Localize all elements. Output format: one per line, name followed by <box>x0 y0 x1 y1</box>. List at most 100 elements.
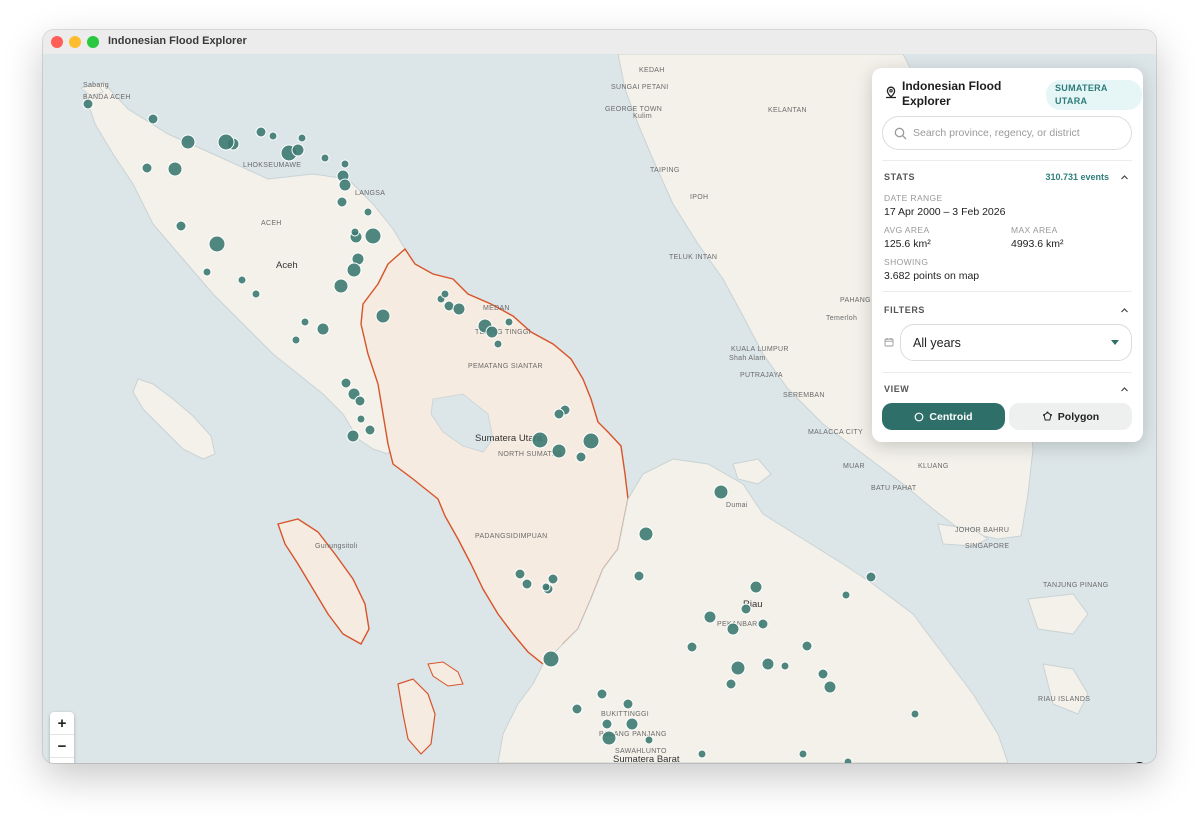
flood-point[interactable] <box>625 717 639 731</box>
flood-point[interactable] <box>485 325 499 339</box>
flood-point[interactable] <box>575 451 587 463</box>
flood-point[interactable] <box>333 278 349 294</box>
flood-point[interactable] <box>582 432 600 450</box>
flood-point[interactable] <box>521 578 533 590</box>
flood-point[interactable] <box>798 749 808 759</box>
flood-point[interactable] <box>801 640 813 652</box>
flood-point[interactable] <box>865 571 877 583</box>
flood-point[interactable] <box>320 153 330 163</box>
flood-point[interactable] <box>493 339 503 349</box>
flood-point[interactable] <box>180 134 196 150</box>
flood-point[interactable] <box>601 718 613 730</box>
flood-point[interactable] <box>514 568 526 580</box>
flood-point[interactable] <box>823 680 837 694</box>
flood-point[interactable] <box>547 573 559 585</box>
flood-point[interactable] <box>363 207 373 217</box>
flood-point[interactable] <box>340 159 350 169</box>
flood-point[interactable] <box>601 730 617 746</box>
flood-point[interactable] <box>633 570 645 582</box>
flood-point[interactable] <box>202 267 212 277</box>
flood-point[interactable] <box>340 377 352 389</box>
flood-point[interactable] <box>217 133 235 151</box>
zoom-in-button[interactable]: + <box>50 712 74 735</box>
map-pin-icon <box>886 86 896 99</box>
flood-point[interactable] <box>237 275 247 285</box>
fullscreen-window-button[interactable] <box>87 36 99 48</box>
region-badge[interactable]: SUMATERA UTARA <box>1046 80 1142 110</box>
flood-point[interactable] <box>364 227 382 245</box>
flood-point[interactable] <box>297 133 307 143</box>
flood-point[interactable] <box>910 709 920 719</box>
flood-point[interactable] <box>703 610 717 624</box>
view-section-label[interactable]: VIEW <box>884 384 909 394</box>
flood-point[interactable] <box>571 703 583 715</box>
flood-point[interactable] <box>336 196 348 208</box>
flood-point[interactable] <box>356 414 366 424</box>
flood-point[interactable] <box>440 289 450 299</box>
flood-point[interactable] <box>542 650 560 668</box>
flood-point[interactable] <box>596 688 608 700</box>
search-input[interactable] <box>913 124 1123 142</box>
compass-reset-button[interactable]: ▲ <box>50 758 74 763</box>
flood-point[interactable] <box>817 668 829 680</box>
flood-point[interactable] <box>638 526 654 542</box>
flood-point[interactable] <box>255 126 267 138</box>
flood-point[interactable] <box>749 580 763 594</box>
stats-section-label[interactable]: STATS <box>884 172 915 182</box>
flood-point[interactable] <box>82 98 94 110</box>
flood-point[interactable] <box>167 161 183 177</box>
flood-point[interactable] <box>726 622 740 636</box>
flood-point[interactable] <box>175 220 187 232</box>
flood-point[interactable] <box>364 424 376 436</box>
polygon-label: Polygon <box>1057 410 1100 423</box>
flood-point[interactable] <box>354 395 366 407</box>
label-lhokseumawe: LHOKSEUMAWE <box>243 162 301 169</box>
flood-point[interactable] <box>316 322 330 336</box>
flood-point[interactable] <box>147 113 159 125</box>
flood-point[interactable] <box>251 289 261 299</box>
flood-point[interactable] <box>452 302 466 316</box>
minimize-window-button[interactable] <box>69 36 81 48</box>
flood-point[interactable] <box>375 308 391 324</box>
flood-point[interactable] <box>300 317 310 327</box>
flood-point[interactable] <box>346 429 360 443</box>
filters-section-label[interactable]: FILTERS <box>884 305 925 315</box>
flood-point[interactable] <box>208 235 226 253</box>
flood-point[interactable] <box>268 131 278 141</box>
flood-point[interactable] <box>644 735 654 745</box>
divider <box>882 372 1132 373</box>
chevron-up-icon[interactable] <box>1120 385 1129 394</box>
flood-point[interactable] <box>761 657 775 671</box>
flood-point[interactable] <box>622 698 634 710</box>
search-box[interactable] <box>882 116 1132 150</box>
flood-point[interactable] <box>531 431 549 449</box>
flood-point[interactable] <box>553 408 565 420</box>
flood-point[interactable] <box>346 262 362 278</box>
flood-point[interactable] <box>350 227 360 237</box>
zoom-out-button[interactable]: − <box>50 735 74 758</box>
flood-point[interactable] <box>841 590 851 600</box>
flood-point[interactable] <box>697 749 707 759</box>
flood-point[interactable] <box>686 641 698 653</box>
flood-point[interactable] <box>338 178 352 192</box>
year-filter-select[interactable]: All years <box>900 324 1132 361</box>
close-window-button[interactable] <box>51 36 63 48</box>
flood-point[interactable] <box>713 484 729 500</box>
flood-point[interactable] <box>551 443 567 459</box>
flood-point[interactable] <box>291 335 301 345</box>
flood-point[interactable] <box>141 162 153 174</box>
flood-point[interactable] <box>780 661 790 671</box>
flood-point[interactable] <box>541 582 551 592</box>
flood-point[interactable] <box>843 757 853 763</box>
flood-point[interactable] <box>757 618 769 630</box>
flood-point[interactable] <box>443 300 455 312</box>
chevron-up-icon[interactable] <box>1120 173 1129 182</box>
flood-point[interactable] <box>504 317 514 327</box>
flood-point[interactable] <box>725 678 737 690</box>
centroid-view-button[interactable]: Centroid <box>882 403 1005 430</box>
polygon-view-button[interactable]: Polygon <box>1009 403 1132 430</box>
flood-point[interactable] <box>291 143 305 157</box>
flood-point[interactable] <box>740 603 752 615</box>
chevron-up-icon[interactable] <box>1120 306 1129 315</box>
flood-point[interactable] <box>730 660 746 676</box>
